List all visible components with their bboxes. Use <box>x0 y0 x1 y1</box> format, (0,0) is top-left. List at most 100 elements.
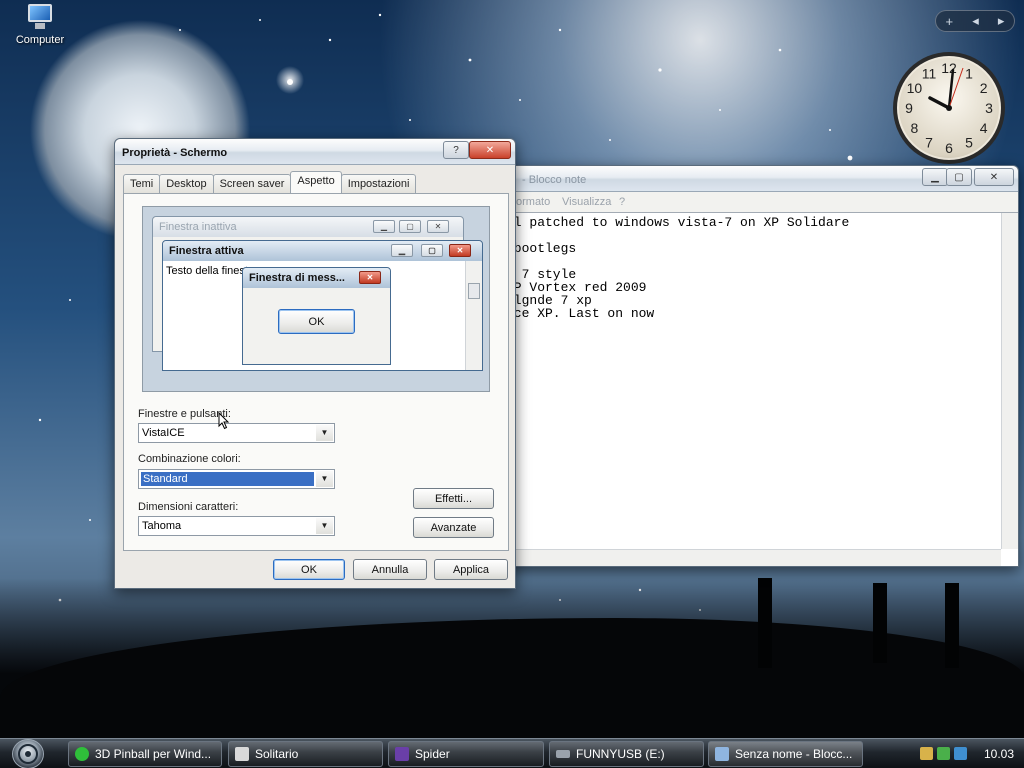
horizontal-scrollbar[interactable] <box>506 549 1001 566</box>
close-icon: ✕ <box>427 220 449 233</box>
color-scheme-value: Standard <box>141 472 314 486</box>
tab-desktop[interactable]: Desktop <box>159 174 214 193</box>
start-button[interactable] <box>12 739 44 768</box>
effects-button[interactable]: Effetti... <box>413 488 494 509</box>
clock-number: 4 <box>980 120 988 136</box>
notepad-title: - Blocco note <box>522 174 587 186</box>
clock-gadget[interactable]: 12 12 3 45678 9 1011 <box>887 50 1011 165</box>
system-tray: 10.03 <box>912 741 1020 767</box>
computer-icon <box>25 4 55 30</box>
text-line: Ice XP. Last on now <box>506 306 655 321</box>
color-scheme-select[interactable]: Standard ▼ <box>138 469 335 489</box>
chevron-down-icon: ▼ <box>316 471 333 487</box>
taskbar-button-label: Solitario <box>255 747 299 761</box>
clock-number: 5 <box>965 135 973 151</box>
minimize-icon: ▁ <box>391 244 413 257</box>
tray-safely-remove-icon[interactable] <box>937 747 950 760</box>
menu-item-help[interactable]: ? <box>619 196 625 208</box>
close-icon: ✕ <box>485 144 495 156</box>
advanced-button[interactable]: Avanzate <box>413 517 494 538</box>
font-size-select[interactable]: Tahoma ▼ <box>138 516 335 536</box>
solitaire-icon <box>235 747 249 761</box>
tray-network-icon[interactable] <box>954 747 967 760</box>
sidebar-gadget-controls: + ◂ ▸ <box>935 10 1015 32</box>
desktop-icon-computer[interactable]: Computer <box>10 4 70 46</box>
wallpaper-tree <box>945 583 959 668</box>
cancel-button[interactable]: Annulla <box>353 559 427 580</box>
taskbar-button-notepad[interactable]: Senza nome - Blocc... <box>708 741 863 767</box>
wallpaper-tree <box>758 578 772 668</box>
clock-number: 12 <box>941 60 957 76</box>
taskbar-button-pinball[interactable]: 3D Pinball per Wind... <box>68 741 222 767</box>
taskbar-button-label: Spider <box>415 747 450 761</box>
dialog-tabs: Temi Desktop Screen saver Aspetto Impost… <box>123 171 417 193</box>
pinball-icon <box>75 747 89 761</box>
help-icon: ? <box>453 144 459 156</box>
clock-number: 2 <box>980 80 988 96</box>
taskbar-clock[interactable]: 10.03 <box>984 747 1014 761</box>
apply-button[interactable]: Applica <box>434 559 508 580</box>
close-icon: ✕ <box>449 244 471 257</box>
minimize-button[interactable]: ▁ <box>922 168 948 186</box>
clock-number: 10 <box>907 80 923 96</box>
maximize-icon: ▢ <box>421 244 443 257</box>
notepad-titlebar[interactable]: - Blocco note ▁ ▢ ✕ <box>506 166 1018 192</box>
tab-appearance[interactable]: Aspetto <box>290 171 342 193</box>
color-scheme-label: Combinazione colori: <box>138 453 241 465</box>
close-icon: ✕ <box>989 171 999 183</box>
text-line: bootlegs <box>506 241 577 256</box>
minimize-icon: ▁ <box>373 220 395 233</box>
vertical-scrollbar[interactable] <box>1001 213 1018 549</box>
previous-gadget-button[interactable]: ◂ <box>972 13 979 29</box>
tray-tool-icon[interactable] <box>920 747 933 760</box>
notepad-menubar: ormato Visualizza ? <box>506 192 1018 212</box>
clock-number: 7 <box>925 135 933 151</box>
clock-number: 11 <box>922 65 937 81</box>
maximize-button[interactable]: ▢ <box>946 168 972 186</box>
add-gadget-button[interactable]: + <box>946 14 954 29</box>
menu-item-view[interactable]: Visualizza <box>562 196 611 208</box>
dialog-title: Proprietà - Schermo <box>122 147 228 159</box>
windows-buttons-select[interactable]: VistaICE ▼ <box>138 423 335 443</box>
notepad-text-area[interactable]: ll patched to windows vista-7 on XP Soli… <box>506 212 1018 566</box>
help-button[interactable]: ? <box>443 141 469 159</box>
maximize-icon: ▢ <box>399 220 421 233</box>
close-button[interactable]: ✕ <box>469 141 511 159</box>
menu-item-format[interactable]: ormato <box>516 196 550 208</box>
start-logo-icon <box>18 744 38 764</box>
text-line: ll patched to windows vista-7 on XP Soli… <box>506 215 850 230</box>
preview-ok-button: OK <box>278 309 355 334</box>
notepad-window[interactable]: - Blocco note ▁ ▢ ✕ ormato Visualizza ? … <box>505 165 1019 567</box>
clock-number: 6 <box>945 140 953 156</box>
font-size-value: Tahoma <box>142 520 182 532</box>
taskbar-button-label: 3D Pinball per Wind... <box>95 747 212 761</box>
close-icon: ✕ <box>359 271 381 284</box>
chevron-down-icon: ▼ <box>316 518 333 534</box>
maximize-icon: ▢ <box>954 171 964 183</box>
taskbar: 3D Pinball per Wind... Solitario Spider … <box>0 738 1024 768</box>
display-properties-dialog[interactable]: Proprietà - Schermo ? ✕ Temi Desktop Scr… <box>114 138 516 589</box>
tab-screen-saver[interactable]: Screen saver <box>212 174 292 193</box>
close-button[interactable]: ✕ <box>974 168 1014 186</box>
taskbar-button-spider[interactable]: Spider <box>388 741 544 767</box>
clock-number: 1 <box>965 65 973 81</box>
appearance-panel: Finestra inattiva ▁ ▢ ✕ Finestra attiva … <box>123 193 509 551</box>
drive-icon <box>556 750 570 758</box>
next-gadget-button[interactable]: ▸ <box>998 13 1005 29</box>
clock-number: 8 <box>911 120 919 136</box>
tab-settings[interactable]: Impostazioni <box>340 174 417 193</box>
windows-buttons-label: Finestre e pulsanti: <box>138 408 231 420</box>
font-size-label: Dimensioni caratteri: <box>138 501 239 513</box>
preview-inactive-title: Finestra inattiva <box>159 221 237 233</box>
spider-icon <box>395 747 409 761</box>
dialog-titlebar[interactable]: Proprietà - Schermo ? ✕ <box>115 139 515 165</box>
clock-number: 9 <box>905 100 913 116</box>
tab-themes[interactable]: Temi <box>123 174 161 193</box>
taskbar-button-usb-drive[interactable]: FUNNYUSB (E:) <box>549 741 704 767</box>
ok-button[interactable]: OK <box>273 559 345 580</box>
wallpaper-tree <box>873 583 887 663</box>
taskbar-button-label: Senza nome - Blocc... <box>735 747 853 761</box>
taskbar-button-solitaire[interactable]: Solitario <box>228 741 383 767</box>
preview-active-title: Finestra attiva <box>169 245 244 257</box>
minimize-icon: ▁ <box>931 171 939 183</box>
